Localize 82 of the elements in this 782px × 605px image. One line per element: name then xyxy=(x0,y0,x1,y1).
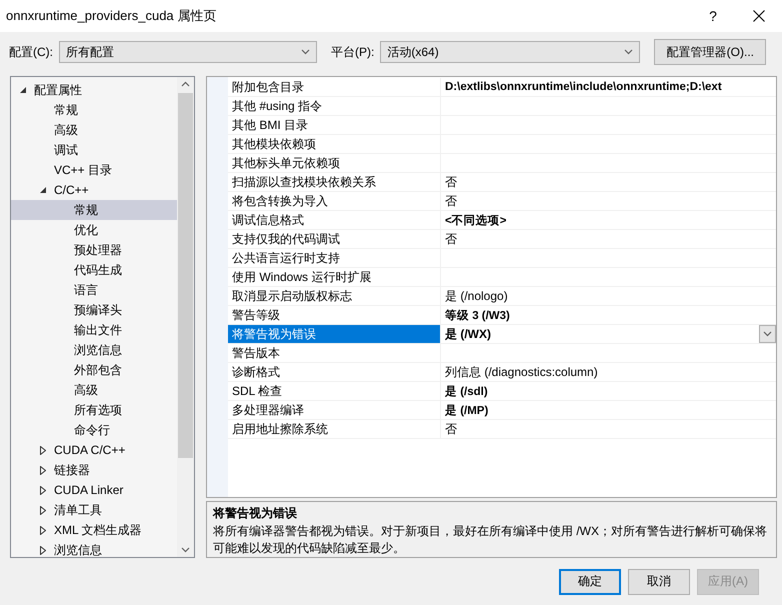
property-name[interactable]: 警告版本 xyxy=(228,344,441,363)
property-value: 是 (/MP) xyxy=(441,401,776,420)
collapsed-triangle-icon[interactable] xyxy=(40,526,46,534)
config-dropdown[interactable]: 所有配置 xyxy=(59,41,317,63)
platform-dropdown[interactable]: 活动(x64) xyxy=(380,41,640,63)
description-text: 将所有编译器警告都视为错误。对于新项目，最好在所有编译中使用 /WX；对所有警告进行解析可确保将可能难以发现的代码缺陷减至最少。 xyxy=(213,523,768,557)
dialog-button[interactable]: 确定 xyxy=(559,568,621,594)
property-name[interactable]: 使用 Windows 运行时扩展 xyxy=(228,268,441,287)
close-icon xyxy=(753,10,765,22)
expanded-triangle-icon[interactable] xyxy=(40,187,46,193)
property-name[interactable]: 其他 #using 指令 xyxy=(228,97,441,116)
chevron-down-icon xyxy=(624,49,634,55)
collapsed-triangle-icon[interactable] xyxy=(40,506,46,514)
tree-item[interactable]: 所有选项 xyxy=(11,400,177,420)
chevron-down-icon xyxy=(181,547,190,553)
tree-item[interactable]: 调试 xyxy=(11,140,177,160)
chevron-up-icon xyxy=(181,81,190,87)
platform-label: 平台(P): xyxy=(331,44,374,60)
property-value: 否 xyxy=(441,230,776,249)
tree-item[interactable]: C/C++ xyxy=(11,180,177,200)
collapsed-triangle-icon[interactable] xyxy=(40,546,46,554)
tree-item[interactable]: 输出文件 xyxy=(11,320,177,340)
tree-item[interactable]: 清单工具 xyxy=(11,500,177,520)
dialog-button[interactable]: 取消 xyxy=(628,568,690,594)
collapsed-triangle-icon[interactable] xyxy=(40,446,46,454)
property-value: <不同选项> xyxy=(441,211,776,230)
property-name[interactable]: 取消显示启动版权标志 xyxy=(228,287,441,306)
scrollbar-thumb[interactable] xyxy=(178,93,193,458)
window-title: onnxruntime_providers_cuda 属性页 xyxy=(6,7,218,25)
property-name[interactable]: 将警告视为错误 xyxy=(228,325,441,344)
property-name[interactable]: 启用地址擦除系统 xyxy=(228,420,441,439)
property-value: 是 (/sdl) xyxy=(441,382,776,401)
property-value: 等级 3 (/W3) xyxy=(441,306,776,325)
property-value: 是 (/nologo) xyxy=(441,287,776,306)
chevron-down-icon xyxy=(763,331,772,337)
property-value: 否 xyxy=(441,173,776,192)
tree-item[interactable]: 优化 xyxy=(11,220,177,240)
property-name[interactable]: 其他模块依赖项 xyxy=(228,135,441,154)
tree-item[interactable]: 常规 xyxy=(11,100,177,120)
property-name[interactable]: 其他 BMI 目录 xyxy=(228,116,441,135)
property-name[interactable]: 多处理器编译 xyxy=(228,401,441,420)
property-value: D:\extlibs\onnxruntime\include\onnxruntime;D:\ext xyxy=(441,78,776,97)
config-label: 配置(C): xyxy=(9,44,53,60)
tree-item[interactable]: 常规 xyxy=(11,200,177,220)
collapsed-triangle-icon[interactable] xyxy=(40,466,46,474)
collapsed-triangle-icon[interactable] xyxy=(40,486,46,494)
tree-item[interactable]: 配置属性 xyxy=(11,80,177,100)
tree-item[interactable]: CUDA Linker xyxy=(11,480,177,500)
property-value: 否 xyxy=(441,420,776,439)
tree-item[interactable]: 浏览信息 xyxy=(11,340,177,360)
property-name[interactable]: 公共语言运行时支持 xyxy=(228,249,441,268)
config-manager-button[interactable]: 配置管理器(O)... xyxy=(654,39,766,65)
property-value: 否 xyxy=(441,192,776,211)
property-name[interactable]: 诊断格式 xyxy=(228,363,441,382)
tree-item[interactable]: 外部包含 xyxy=(11,360,177,380)
chevron-down-icon xyxy=(301,49,310,55)
property-name[interactable]: 扫描源以查找模块依赖关系 xyxy=(228,173,441,192)
description-title: 将警告视为错误 xyxy=(213,505,298,522)
tree-item[interactable]: 浏览信息 xyxy=(11,540,177,560)
tree-item[interactable]: 预编译头 xyxy=(11,300,177,320)
tree-item[interactable]: VC++ 目录 xyxy=(11,160,177,180)
tree-item[interactable]: CUDA C/C++ xyxy=(11,440,177,460)
tree-item[interactable]: 高级 xyxy=(11,380,177,400)
property-name[interactable]: 调试信息格式 xyxy=(228,211,441,230)
tree-item[interactable]: XML 文档生成器 xyxy=(11,520,177,540)
tree-item[interactable]: 链接器 xyxy=(11,460,177,480)
property-value: 列信息 (/diagnostics:column) xyxy=(441,363,776,382)
tree-item[interactable]: 高级 xyxy=(11,120,177,140)
tree-item[interactable]: 代码生成 xyxy=(11,260,177,280)
dropdown-button[interactable] xyxy=(759,325,776,343)
scrollbar[interactable] xyxy=(177,77,194,557)
property-name[interactable]: 附加包含目录 xyxy=(228,78,441,97)
tree-item[interactable]: 语言 xyxy=(11,280,177,300)
property-name[interactable]: 将包含转换为导入 xyxy=(228,192,441,211)
property-value: 是 (/WX) xyxy=(445,326,491,342)
tree-item[interactable]: 命令行 xyxy=(11,420,177,440)
property-name[interactable]: 其他标头单元依赖项 xyxy=(228,154,441,173)
tree-item[interactable]: 预处理器 xyxy=(11,240,177,260)
help-button[interactable]: ? xyxy=(690,0,736,32)
property-name[interactable]: 支持仅我的代码调试 xyxy=(228,230,441,249)
expanded-triangle-icon[interactable] xyxy=(20,87,26,93)
property-name[interactable]: SDL 检查 xyxy=(228,382,441,401)
